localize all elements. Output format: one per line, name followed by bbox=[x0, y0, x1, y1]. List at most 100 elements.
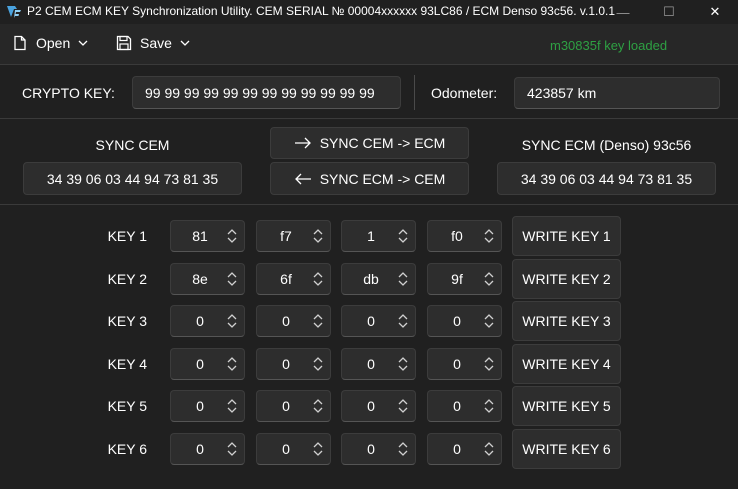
spin-up-down-icon[interactable] bbox=[226, 271, 238, 287]
spin-up-down-icon[interactable] bbox=[312, 356, 324, 372]
key-byte-spinbox[interactable]: 0 bbox=[256, 433, 331, 465]
sync-ecm-value-field[interactable]: 34 39 06 03 44 94 73 81 35 bbox=[497, 162, 716, 195]
key-byte-spinbox[interactable]: 0 bbox=[256, 348, 331, 380]
minimize-button[interactable]: — bbox=[600, 0, 646, 24]
write-key-button[interactable]: WRITE KEY 5 bbox=[512, 386, 621, 426]
key-byte-spinbox[interactable]: 0 bbox=[427, 348, 502, 380]
window-title: P2 CEM ECM KEY Synchronization Utility. … bbox=[27, 4, 616, 18]
spin-up-down-icon[interactable] bbox=[397, 441, 409, 457]
close-button[interactable]: ✕ bbox=[692, 0, 738, 24]
arrow-left-icon bbox=[294, 173, 311, 184]
key-byte-spinbox[interactable]: 0 bbox=[341, 433, 416, 465]
spin-up-down-icon[interactable] bbox=[226, 398, 238, 414]
key-byte-spinbox[interactable]: 0 bbox=[427, 390, 502, 422]
key-label: KEY 6 bbox=[107, 441, 147, 457]
key-byte-spinbox[interactable]: 9f bbox=[427, 263, 502, 295]
close-icon: ✕ bbox=[709, 4, 721, 19]
spin-up-down-icon[interactable] bbox=[397, 356, 409, 372]
spin-up-down-icon[interactable] bbox=[483, 228, 495, 244]
key-byte-value: 0 bbox=[282, 313, 290, 329]
key-byte-spinbox[interactable]: 0 bbox=[170, 305, 245, 337]
minimize-icon: — bbox=[616, 4, 630, 20]
spin-up-down-icon[interactable] bbox=[483, 441, 495, 457]
key-byte-spinbox[interactable]: 0 bbox=[170, 433, 245, 465]
spin-up-down-icon[interactable] bbox=[397, 228, 409, 244]
key-byte-value: 8e bbox=[192, 271, 208, 287]
write-key-button[interactable]: WRITE KEY 2 bbox=[512, 259, 621, 299]
sync-ecm-to-cem-button[interactable]: SYNC ECM -> CEM bbox=[270, 162, 469, 195]
key-byte-spinbox[interactable]: 0 bbox=[341, 348, 416, 380]
key-byte-value: 0 bbox=[453, 356, 461, 372]
key-byte-spinbox[interactable]: db bbox=[341, 263, 416, 295]
key-byte-spinbox[interactable]: 0 bbox=[256, 390, 331, 422]
maximize-button[interactable]: ☐ bbox=[646, 0, 692, 24]
horizontal-scrollbar[interactable] bbox=[0, 481, 738, 489]
spin-up-down-icon[interactable] bbox=[312, 228, 324, 244]
key-byte-spinbox[interactable]: f0 bbox=[427, 220, 502, 252]
divider bbox=[0, 64, 738, 65]
spin-up-down-icon[interactable] bbox=[226, 313, 238, 329]
open-file-icon bbox=[14, 35, 26, 51]
spin-up-down-icon[interactable] bbox=[397, 313, 409, 329]
key-byte-value: 0 bbox=[196, 356, 204, 372]
spin-up-down-icon[interactable] bbox=[483, 356, 495, 372]
key-byte-spinbox[interactable]: 0 bbox=[256, 305, 331, 337]
odometer-field[interactable]: 423857 km bbox=[514, 77, 720, 109]
crypto-key-field[interactable]: 99 99 99 99 99 99 99 99 99 99 99 99 bbox=[132, 76, 401, 109]
key-byte-value: 9f bbox=[451, 271, 463, 287]
chevron-down-icon bbox=[180, 40, 190, 46]
key-byte-spinbox[interactable]: 6f bbox=[256, 263, 331, 295]
spin-up-down-icon[interactable] bbox=[397, 398, 409, 414]
chevron-down-icon bbox=[78, 40, 88, 46]
open-menu-button[interactable]: Open bbox=[12, 31, 96, 55]
arrow-right-icon bbox=[294, 137, 311, 149]
sync-cem-value-field[interactable]: 34 39 06 03 44 94 73 81 35 bbox=[23, 162, 242, 195]
write-key-button[interactable]: WRITE KEY 6 bbox=[512, 429, 621, 469]
key-byte-value: db bbox=[363, 271, 379, 287]
key-byte-spinbox[interactable]: 0 bbox=[341, 390, 416, 422]
divider bbox=[0, 204, 738, 205]
spin-up-down-icon[interactable] bbox=[226, 441, 238, 457]
sync-cem-to-ecm-label: SYNC CEM -> ECM bbox=[319, 135, 446, 151]
spin-up-down-icon[interactable] bbox=[312, 271, 324, 287]
key-byte-value: f7 bbox=[280, 228, 292, 244]
key-byte-value: 0 bbox=[367, 356, 375, 372]
key-byte-value: 0 bbox=[196, 441, 204, 457]
sync-cem-to-ecm-button[interactable]: SYNC CEM -> ECM bbox=[270, 127, 469, 159]
spin-up-down-icon[interactable] bbox=[397, 271, 409, 287]
sync-ecm-to-cem-label: SYNC ECM -> CEM bbox=[319, 170, 446, 187]
key-byte-spinbox[interactable]: 0 bbox=[427, 305, 502, 337]
key-byte-spinbox[interactable]: 81 bbox=[170, 220, 245, 252]
key-byte-spinbox[interactable]: 0 bbox=[341, 305, 416, 337]
key-byte-spinbox[interactable]: 0 bbox=[170, 390, 245, 422]
sync-cem-title: SYNC CEM bbox=[95, 137, 170, 153]
maximize-icon: ☐ bbox=[663, 4, 675, 19]
key-byte-spinbox[interactable]: 0 bbox=[427, 433, 502, 465]
spin-up-down-icon[interactable] bbox=[483, 398, 495, 414]
key-byte-spinbox[interactable]: 0 bbox=[170, 348, 245, 380]
key-byte-value: 0 bbox=[367, 313, 375, 329]
key-byte-value: 0 bbox=[453, 313, 461, 329]
save-menu-button[interactable]: Save bbox=[116, 31, 198, 55]
key-byte-value: 6f bbox=[280, 271, 292, 287]
odometer-label: Odometer: bbox=[431, 85, 498, 101]
key-byte-spinbox[interactable]: 1 bbox=[341, 220, 416, 252]
spin-up-down-icon[interactable] bbox=[483, 313, 495, 329]
key-byte-spinbox[interactable]: f7 bbox=[256, 220, 331, 252]
spin-up-down-icon[interactable] bbox=[312, 398, 324, 414]
key-label: KEY 2 bbox=[107, 271, 147, 287]
spin-up-down-icon[interactable] bbox=[312, 313, 324, 329]
open-label: Open bbox=[36, 35, 71, 51]
write-key-button[interactable]: WRITE KEY 4 bbox=[512, 344, 621, 384]
spin-up-down-icon[interactable] bbox=[226, 228, 238, 244]
write-key-button[interactable]: WRITE KEY 1 bbox=[512, 216, 621, 256]
key-byte-spinbox[interactable]: 8e bbox=[170, 263, 245, 295]
spin-up-down-icon[interactable] bbox=[312, 441, 324, 457]
key-byte-value: 0 bbox=[282, 398, 290, 414]
key-label: KEY 4 bbox=[107, 356, 147, 372]
spin-up-down-icon[interactable] bbox=[226, 356, 238, 372]
write-key-button[interactable]: WRITE KEY 3 bbox=[512, 301, 621, 341]
spin-up-down-icon[interactable] bbox=[483, 271, 495, 287]
key-byte-value: 81 bbox=[192, 228, 208, 244]
key-byte-value: 0 bbox=[282, 441, 290, 457]
